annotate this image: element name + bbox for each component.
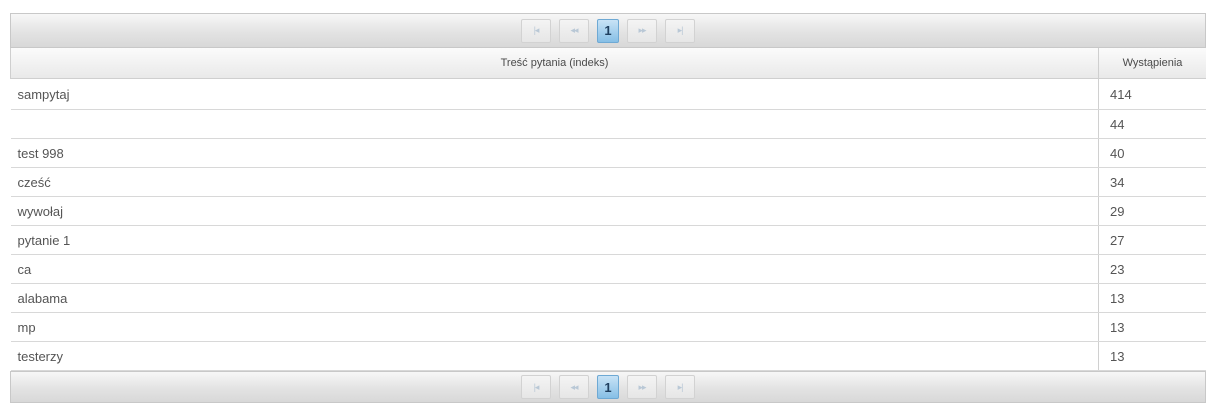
question-cell: pytanie 1 (10, 225, 1099, 255)
top-paginator: |◂ ◂◂ 1 ▸▸ ▸| (10, 13, 1206, 48)
count-cell: 13 (1098, 312, 1206, 342)
last-page-icon[interactable]: ▸| (665, 18, 695, 43)
results-table: Treść pytania (indeks) Wystąpienia sampy… (10, 48, 1206, 371)
bottom-paginator: |◂ ◂◂ 1 ▸▸ ▸| (10, 371, 1206, 403)
next-page-icon[interactable]: ▸▸ (627, 18, 657, 43)
question-cell: alabama (10, 283, 1099, 313)
question-cell (10, 109, 1099, 139)
first-page-icon[interactable]: |◂ (521, 18, 551, 43)
count-cell: 23 (1098, 254, 1206, 284)
table-row[interactable]: testerzy 13 (10, 341, 1206, 371)
question-cell: sampytaj (10, 78, 1099, 110)
count-cell: 34 (1098, 167, 1206, 197)
question-cell: ca (10, 254, 1099, 284)
question-cell: wywołaj (10, 196, 1099, 226)
column-header-question[interactable]: Treść pytania (indeks) (10, 48, 1099, 79)
table-row[interactable]: test 998 40 (10, 138, 1206, 168)
table-header-row: Treść pytania (indeks) Wystąpienia (10, 48, 1206, 79)
last-page-icon[interactable]: ▸| (665, 375, 695, 399)
table-row[interactable]: 44 (10, 109, 1206, 139)
table-row[interactable]: alabama 13 (10, 283, 1206, 313)
next-page-icon[interactable]: ▸▸ (627, 375, 657, 399)
first-page-icon[interactable]: |◂ (521, 375, 551, 399)
count-cell: 13 (1098, 341, 1206, 371)
table-row[interactable]: wywołaj 29 (10, 196, 1206, 226)
count-cell: 27 (1098, 225, 1206, 255)
column-header-count[interactable]: Wystąpienia (1098, 48, 1206, 79)
current-page-button[interactable]: 1 (597, 18, 619, 43)
table-row[interactable]: ca 23 (10, 254, 1206, 284)
results-panel: |◂ ◂◂ 1 ▸▸ ▸| Treść pytania (indeks) Wys… (10, 13, 1206, 403)
count-cell: 40 (1098, 138, 1206, 168)
question-cell: testerzy (10, 341, 1099, 371)
table-row[interactable]: sampytaj 414 (10, 78, 1206, 110)
table-row[interactable]: pytanie 1 27 (10, 225, 1206, 255)
question-cell: mp (10, 312, 1099, 342)
question-cell: cześć (10, 167, 1099, 197)
count-cell: 13 (1098, 283, 1206, 313)
count-cell: 29 (1098, 196, 1206, 226)
prev-page-icon[interactable]: ◂◂ (559, 375, 589, 399)
prev-page-icon[interactable]: ◂◂ (559, 18, 589, 43)
current-page-button[interactable]: 1 (597, 375, 619, 399)
table-row[interactable]: mp 13 (10, 312, 1206, 342)
table-row[interactable]: cześć 34 (10, 167, 1206, 197)
question-cell: test 998 (10, 138, 1099, 168)
count-cell: 44 (1098, 109, 1206, 139)
count-cell: 414 (1098, 78, 1206, 110)
